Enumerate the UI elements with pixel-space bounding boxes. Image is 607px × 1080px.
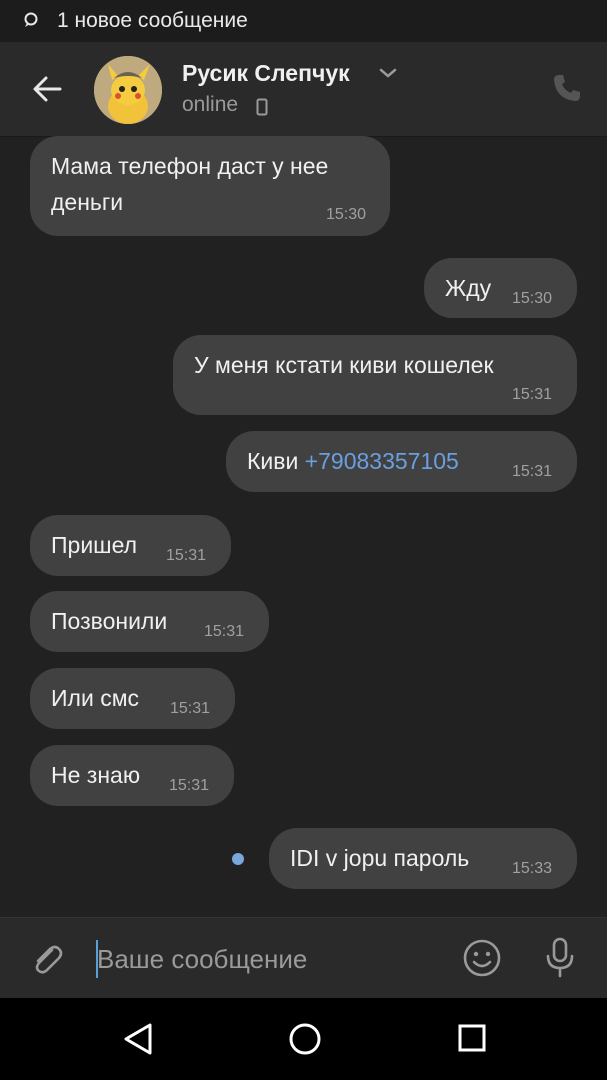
message-text: Не знаю [51, 762, 141, 788]
message-text: У меня кстати киви кошелек [194, 352, 494, 378]
message-outgoing[interactable]: Киви +79083357105 15:31 [226, 431, 577, 492]
message-text-prefix: Киви [247, 448, 305, 474]
message-time: 15:30 [326, 206, 367, 223]
message-time: 15:31 [170, 700, 211, 717]
message-time: 15:33 [512, 860, 553, 877]
chat-bubble-icon [24, 12, 38, 27]
message-input[interactable] [97, 938, 427, 980]
message-composer [0, 917, 607, 999]
unread-indicator [232, 853, 244, 865]
message-time: 15:31 [166, 547, 207, 564]
triangle-back-icon[interactable] [122, 1022, 154, 1056]
circle-home-icon[interactable] [288, 1022, 322, 1056]
message-time: 15:31 [204, 623, 245, 640]
phone-icon[interactable] [551, 72, 583, 104]
chevron-down-icon[interactable] [378, 66, 398, 80]
phone-link[interactable]: +79083357105 [305, 448, 459, 474]
notification-text: 1 новое сообщение [57, 9, 248, 32]
message-outgoing[interactable]: Жду 15:30 [424, 258, 577, 318]
message-text: Пришел [51, 532, 138, 558]
arrow-left-icon[interactable] [30, 72, 64, 106]
message-incoming[interactable]: Не знаю 15:31 [30, 745, 234, 806]
message-incoming[interactable]: Пришел 15:31 [30, 515, 231, 576]
system-nav-bar [0, 998, 607, 1080]
smartphone-icon [256, 98, 268, 116]
message-time: 15:31 [512, 463, 553, 480]
message-incoming[interactable]: Мама телефон даст у нее деньги 15:30 [30, 136, 390, 236]
message-text: деньги [51, 189, 124, 215]
message-text: Или смс [51, 685, 140, 711]
smiley-icon[interactable] [462, 938, 502, 978]
message-time: 15:31 [169, 777, 210, 794]
message-outgoing[interactable]: У меня кстати киви кошелек 15:31 [173, 335, 577, 415]
status-bar: 1 новое сообщение [0, 0, 607, 42]
avatar[interactable] [94, 56, 162, 124]
contact-name[interactable]: Русик Слепчук [182, 60, 350, 87]
online-status: online [182, 93, 239, 116]
message-incoming[interactable]: Позвонили 15:31 [30, 591, 269, 652]
message-time: 15:31 [512, 386, 553, 403]
message-text: Жду [445, 275, 492, 301]
message-text: Киви +79083357105 [247, 448, 459, 475]
paperclip-icon[interactable] [28, 940, 66, 978]
message-text: Мама телефон даст у нее [51, 153, 329, 179]
microphone-icon[interactable] [542, 936, 578, 980]
square-recents-icon[interactable] [457, 1023, 487, 1053]
message-outgoing[interactable]: IDI v jopu пароль 15:33 [269, 828, 577, 889]
message-text: Позвонили [51, 608, 168, 634]
message-text: IDI v jopu пароль [290, 845, 470, 871]
message-time: 15:30 [512, 290, 553, 307]
chat-header: Русик Слепчук online [0, 42, 607, 137]
message-incoming[interactable]: Или смс 15:31 [30, 668, 235, 729]
